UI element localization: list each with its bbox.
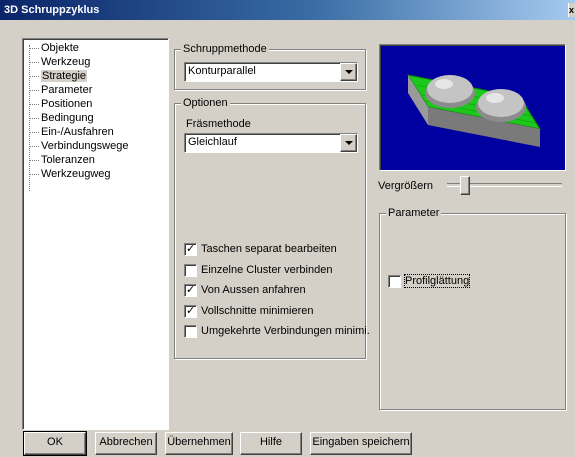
schruppmethode-select[interactable]: Konturparallel [184,62,358,82]
checkbox-box[interactable] [388,275,401,288]
tree-item-objekte[interactable]: Objekte [29,42,79,54]
tree-item-ein-ausfahren[interactable]: Ein-/Ausfahren [29,126,114,138]
zoom-slider-thumb[interactable] [460,176,470,195]
chevron-down-icon[interactable] [340,63,357,81]
chevron-down-icon[interactable] [340,134,357,152]
tree-item-verbindungswege[interactable]: Verbindungswege [29,140,128,152]
save-inputs-button[interactable]: Eingaben speichern [310,432,412,455]
ok-button[interactable]: OK [23,431,87,456]
tree-item-bedingung[interactable]: Bedingung [29,112,94,124]
title-bar: 3D Schruppzyklus x [0,0,575,20]
tree-item-parameter[interactable]: Parameter [29,84,92,96]
tree-item-strategie[interactable]: Strategie [29,70,88,82]
checkbox-box[interactable] [184,325,197,338]
part-preview-image [406,74,542,147]
tree-item-toleranzen[interactable]: Toleranzen [29,154,95,166]
fraesmethode-select[interactable]: Gleichlauf [184,133,358,153]
parameter-group: Parameter [379,207,566,410]
apply-button[interactable]: Übernehmen [165,432,233,455]
checkbox-box[interactable]: ✓ [184,243,197,256]
navigation-tree: Objekte Werkzeug Strategie Parameter Pos… [22,38,169,430]
zoom-label: Vergrößern [378,180,434,192]
tree-item-werkzeug[interactable]: Werkzeug [29,56,90,68]
fraesmethode-label: Fräsmethode [186,118,251,130]
optionen-legend: Optionen [181,97,230,109]
parameter-legend: Parameter [386,207,442,219]
schruppmethode-legend: Schruppmethode [181,43,269,55]
help-button[interactable]: Hilfe [240,432,302,455]
checkbox-box[interactable] [184,264,197,277]
checkbox-box[interactable]: ✓ [184,305,197,318]
window-title: 3D Schruppzyklus [4,4,100,16]
preview-viewport [379,44,566,171]
tree-item-werkzeugweg[interactable]: Werkzeugweg [29,168,111,180]
cancel-button[interactable]: Abbrechen [95,432,157,455]
close-button[interactable]: x [568,3,575,17]
tree-item-positionen[interactable]: Positionen [29,98,92,110]
checkbox-box[interactable]: ✓ [184,284,197,297]
